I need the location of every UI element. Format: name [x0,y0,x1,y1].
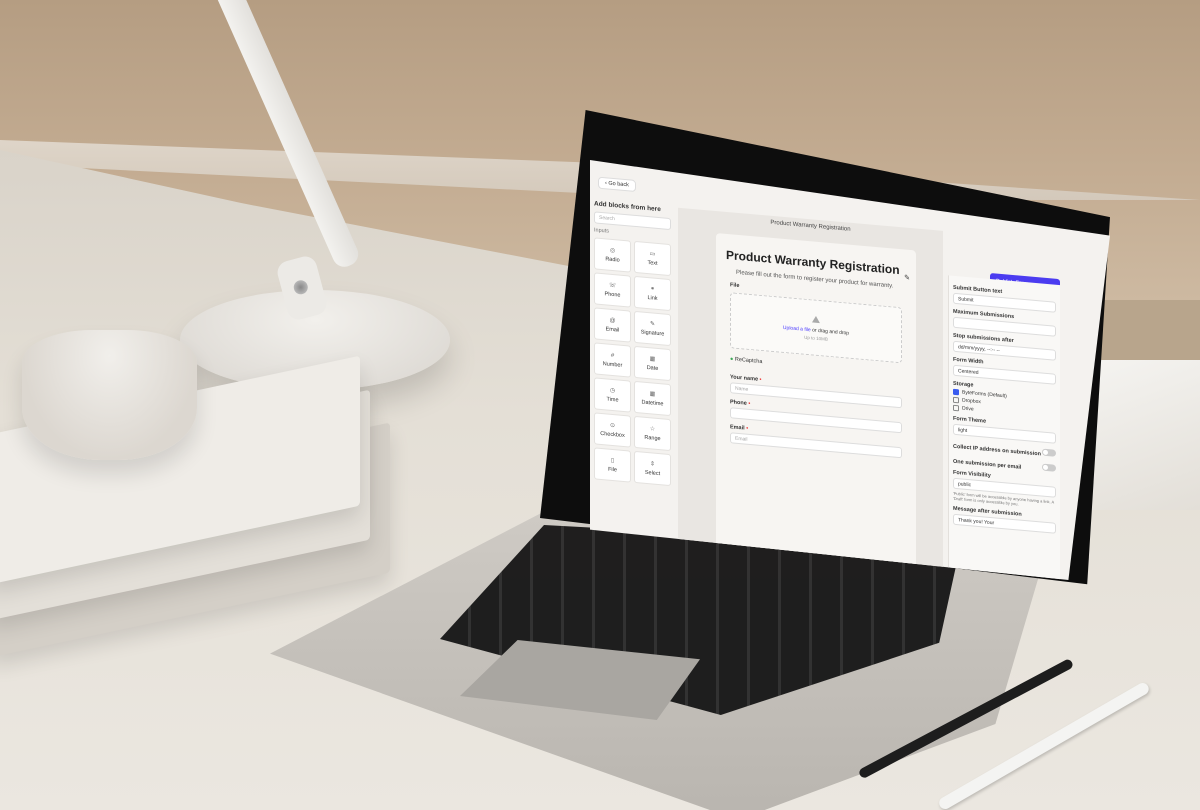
block-label: Date [646,364,659,372]
block-label: Signature [640,329,665,338]
block-text[interactable]: ▭ Text [634,240,671,277]
ceramic-jar [22,330,197,460]
block-radio[interactable]: ◎ Radio [594,237,631,273]
blocks-search-input[interactable]: Search [594,211,671,231]
collect-ip-toggle[interactable] [1042,448,1056,457]
link-icon: ⚭ [649,286,656,293]
one-submission-toggle[interactable] [1042,463,1056,472]
block-label: Datetime [641,399,664,408]
block-label: Checkbox [600,430,625,440]
select-icon: ⇕ [649,461,656,468]
text-icon: ▭ [649,251,656,258]
upload-link[interactable]: Upload a file [783,325,811,333]
block-phone[interactable]: ☏ Phone [594,272,631,308]
block-datetime[interactable]: ▦ Datetime [634,380,671,417]
range-icon: ☆ [649,426,656,433]
checkbox-icon: ⊙ [609,422,616,430]
block-email[interactable]: @ Email [594,307,631,343]
block-checkbox[interactable]: ⊙ Checkbox [594,412,631,448]
block-label: Phone [604,291,621,299]
datetime-icon: ▦ [649,391,656,398]
block-label: Time [606,396,619,404]
radio-icon: ◎ [609,247,616,255]
block-range[interactable]: ☆ Range [634,415,671,452]
blocks-panel: Add blocks from here Search Inputs ◎ Radi… [590,200,675,580]
signature-icon: ✎ [649,321,656,328]
settings-panel: Submit Button text Submit Maximum Submis… [948,275,1060,580]
block-select[interactable]: ⇕ Select [634,450,671,487]
checkbox-icon[interactable] [953,404,959,412]
checkbox-icon[interactable] [953,388,959,396]
block-label: Text [647,260,658,267]
email-icon: @ [609,317,616,324]
block-number[interactable]: # Number [594,342,631,378]
block-label: File [608,466,617,474]
pencil-icon[interactable]: ✎ [904,273,910,282]
image-icon: ⛰ [811,314,821,327]
time-icon: ◷ [609,387,616,395]
block-time[interactable]: ◷ Time [594,377,631,413]
block-label: Radio [605,256,620,264]
block-label: Select [644,469,661,478]
number-icon: # [610,352,615,359]
block-label: Range [644,434,661,443]
phone-icon: ☏ [608,282,617,290]
date-icon: ▦ [649,356,656,363]
block-date[interactable]: ▦ Date [634,345,671,382]
block-grid: ◎ Radio ▭ Text ☏ Phone ⚭ Link @ Email ✎ Signature # N… [590,233,675,490]
block-label: Number [602,360,623,369]
file-icon: ▯ [610,457,615,465]
block-label: Email [605,325,620,334]
block-file[interactable]: ▯ File [594,447,631,483]
go-back-button[interactable]: ‹ Go back [598,176,636,193]
shield-icon: ● [730,356,734,363]
block-link[interactable]: ⚭ Link [634,275,671,312]
form-card: Product Warranty Registration ✎ Please f… [716,233,916,580]
form-canvas: Product Warranty Registration Product Wa… [678,207,943,580]
form-builder-app: ‹ Go back Add blocks from here Search In… [590,160,1060,580]
checkbox-icon[interactable] [953,396,959,404]
block-signature[interactable]: ✎ Signature [634,310,671,347]
block-label: Link [647,295,658,302]
upload-limit: Up to 10MB [804,335,828,343]
